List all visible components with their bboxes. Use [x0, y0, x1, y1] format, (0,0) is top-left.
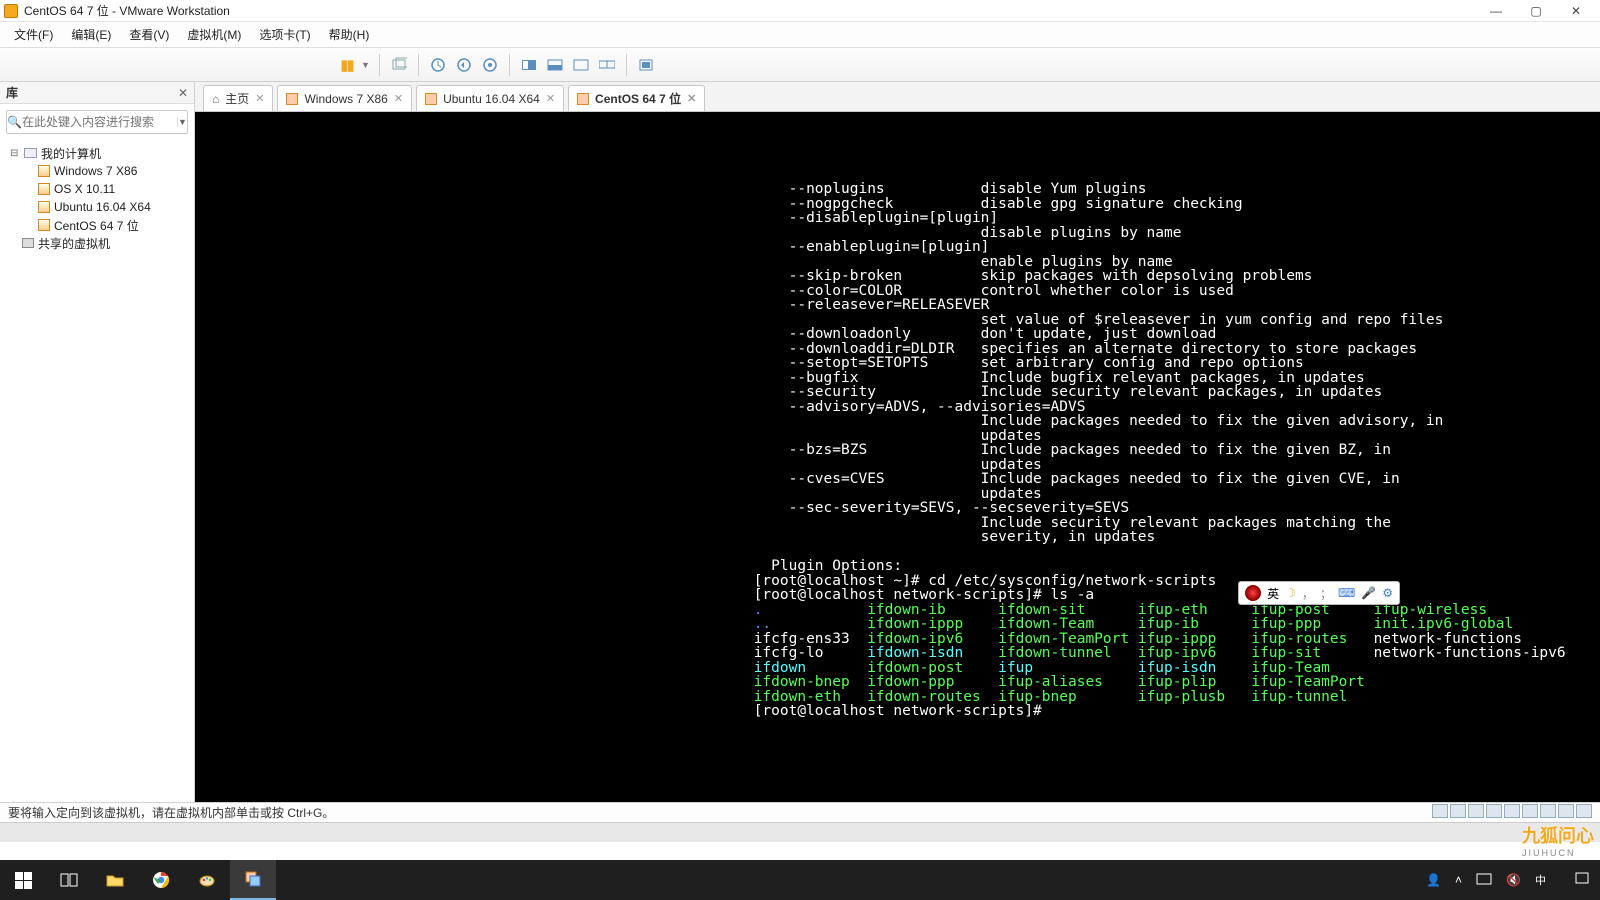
windows-taskbar: 👤 ˄ 🔇 中: [0, 860, 1600, 900]
moon-icon[interactable]: ☽: [1285, 586, 1296, 600]
tab-close-button[interactable]: ✕: [255, 92, 264, 105]
menu-item[interactable]: 帮助(H): [321, 23, 380, 46]
tree-shared-vms[interactable]: 共享的虚拟机: [4, 234, 194, 252]
app-icon: [4, 4, 18, 18]
file-explorer-button[interactable]: [92, 860, 138, 900]
ime-mode-label[interactable]: 英: [1267, 585, 1279, 602]
library-close-button[interactable]: ✕: [178, 86, 188, 100]
gear-icon[interactable]: ⚙: [1382, 586, 1393, 600]
tree-root-mycomputer[interactable]: ⊟我的计算机: [4, 144, 194, 162]
search-dropdown[interactable]: ▼: [177, 117, 187, 127]
watermark-logo: 九狐问心JIUHUCN: [1522, 822, 1594, 858]
power-dropdown[interactable]: ▼: [361, 60, 373, 70]
pause-vm-button[interactable]: ▮▮: [335, 52, 361, 78]
snapshot-manager-button[interactable]: [477, 52, 503, 78]
status-hint: 要将输入定向到该虚拟机，请在虚拟机内部单击或按 Ctrl+G。: [8, 804, 334, 821]
library-title: 库: [6, 84, 18, 101]
library-search-input[interactable]: [22, 115, 177, 129]
tab-strip: ⌂主页✕Windows 7 X86✕Ubuntu 16.04 X64✕CentO…: [195, 82, 1600, 112]
vm-icon: [577, 93, 589, 105]
maximize-button[interactable]: ▢: [1516, 1, 1556, 21]
view-fullscreen-button[interactable]: [568, 52, 594, 78]
library-tree: ⊟我的计算机 Windows 7 X86OS X 10.11Ubuntu 16.…: [0, 140, 194, 256]
tray-overflow-icon[interactable]: ˄: [1455, 873, 1462, 887]
menu-item[interactable]: 选项卡(T): [251, 23, 320, 46]
start-button[interactable]: [0, 860, 46, 900]
menu-item[interactable]: 虚拟机(M): [179, 23, 251, 46]
keyboard-icon[interactable]: ⌨: [1338, 586, 1355, 600]
tree-vm-item[interactable]: Windows 7 X86: [4, 162, 194, 180]
tree-vm-item[interactable]: Ubuntu 16.04 X64: [4, 198, 194, 216]
paint-button[interactable]: [184, 860, 230, 900]
action-center-icon[interactable]: [1574, 871, 1590, 890]
snapshot-take-button[interactable]: [425, 52, 451, 78]
vm-icon: [286, 93, 298, 105]
library-panel: 库 ✕ 🔍 ▼ ⊟我的计算机 Windows 7 X86OS X 10.11Ub…: [0, 82, 195, 802]
mic-icon[interactable]: 🎤: [1361, 586, 1376, 600]
vmware-taskbar-button[interactable]: [230, 860, 276, 900]
vm-tab[interactable]: CentOS 64 7 位✕: [568, 85, 705, 111]
tray-network-icon[interactable]: [1476, 871, 1492, 890]
menu-item[interactable]: 编辑(E): [63, 23, 121, 46]
snapshot-revert-button[interactable]: [451, 52, 477, 78]
close-button[interactable]: ✕: [1556, 1, 1596, 21]
device-status-icons[interactable]: [1430, 804, 1592, 821]
tray-ime-icon[interactable]: 中: [1535, 872, 1546, 888]
vm-tab[interactable]: Ubuntu 16.04 X64✕: [416, 85, 564, 111]
background-app-strip: [0, 822, 1600, 842]
ime-toolbar[interactable]: 英 ☽ ， ； ⌨ 🎤 ⚙: [1238, 581, 1400, 605]
menu-bar: 文件(F)编辑(E)查看(V)虚拟机(M)选项卡(T)帮助(H): [0, 22, 1600, 48]
window-titlebar: CentOS 64 7 位 - VMware Workstation ― ▢ ✕: [0, 0, 1600, 22]
system-tray: 👤 ˄ 🔇 中: [1426, 871, 1600, 890]
view-multimonitor-button[interactable]: [594, 52, 620, 78]
toolbar: ▮▮ ▼: [0, 48, 1600, 82]
send-ctrlaltdel-button[interactable]: [386, 52, 412, 78]
vmware-status-bar: 要将输入定向到该虚拟机，请在虚拟机内部单击或按 Ctrl+G。: [0, 802, 1600, 822]
window-title: CentOS 64 7 位 - VMware Workstation: [24, 2, 1476, 19]
minimize-button[interactable]: ―: [1476, 1, 1516, 21]
view-unity-button[interactable]: [542, 52, 568, 78]
menu-item[interactable]: 文件(F): [6, 23, 63, 46]
tray-volume-icon[interactable]: 🔇: [1506, 873, 1521, 887]
tree-vm-item[interactable]: OS X 10.11: [4, 180, 194, 198]
tab-close-button[interactable]: ✕: [687, 92, 696, 105]
library-search: 🔍 ▼: [0, 104, 194, 140]
tab-close-button[interactable]: ✕: [546, 92, 555, 105]
menu-item[interactable]: 查看(V): [121, 23, 179, 46]
vm-console[interactable]: --noplugins disable Yum plugins --nogpgc…: [195, 112, 1600, 802]
view-console-button[interactable]: [516, 52, 542, 78]
view-thumbnail-button[interactable]: [633, 52, 659, 78]
tab-close-button[interactable]: ✕: [394, 92, 403, 105]
tray-people-icon[interactable]: 👤: [1426, 873, 1441, 887]
chrome-button[interactable]: [138, 860, 184, 900]
vm-icon: [425, 93, 437, 105]
taskview-button[interactable]: [46, 860, 92, 900]
vm-tab[interactable]: Windows 7 X86✕: [277, 85, 412, 111]
tree-vm-item[interactable]: CentOS 64 7 位: [4, 216, 194, 234]
vm-tab[interactable]: ⌂主页✕: [203, 85, 273, 111]
search-icon: 🔍: [7, 115, 22, 129]
vm-view: ⌂主页✕Windows 7 X86✕Ubuntu 16.04 X64✕CentO…: [195, 82, 1600, 802]
library-header: 库 ✕: [0, 82, 194, 104]
ime-logo-icon: [1245, 585, 1261, 601]
home-icon: ⌂: [212, 92, 219, 106]
